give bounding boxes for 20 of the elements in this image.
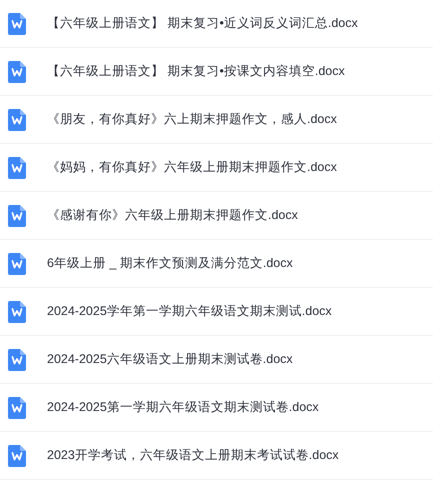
document-icon xyxy=(8,396,26,418)
document-icon xyxy=(8,12,26,34)
document-icon xyxy=(8,348,26,370)
file-name[interactable]: 《感谢有你》六年级上册期末押题作文.docx xyxy=(47,206,298,225)
file-name[interactable]: 《朋友，有你真好》六上期末押题作文，感人.docx xyxy=(47,110,337,129)
document-icon xyxy=(8,252,26,274)
document-icon xyxy=(8,108,26,130)
document-icon xyxy=(8,300,26,322)
file-name[interactable]: 2024-2025学年第一学期六年级语文期末测试.docx xyxy=(47,302,332,321)
document-icon xyxy=(8,60,26,82)
file-name[interactable]: 2024-2025第一学期六年级语文期末测试卷.docx xyxy=(47,398,319,417)
file-name[interactable]: 2023开学考试，六年级语文上册期末考试试卷.docx xyxy=(47,446,339,465)
document-icon xyxy=(8,156,26,178)
file-name[interactable]: 6年级上册 _ 期末作文预测及满分范文.docx xyxy=(47,254,293,273)
document-icon xyxy=(8,444,26,466)
file-name[interactable]: 【六年级上册语文】 期末复习•近义词反义词汇总.docx xyxy=(47,14,358,33)
file-name[interactable]: 【六年级上册语文】 期末复习•按课文内容填空.docx xyxy=(47,62,345,81)
file-name[interactable]: 2024-2025六年级语文上册期末测试卷.docx xyxy=(47,350,293,369)
file-name[interactable]: 《妈妈，有你真好》六年级上册期末押题作文.docx xyxy=(47,158,337,177)
document-icon xyxy=(8,204,26,226)
